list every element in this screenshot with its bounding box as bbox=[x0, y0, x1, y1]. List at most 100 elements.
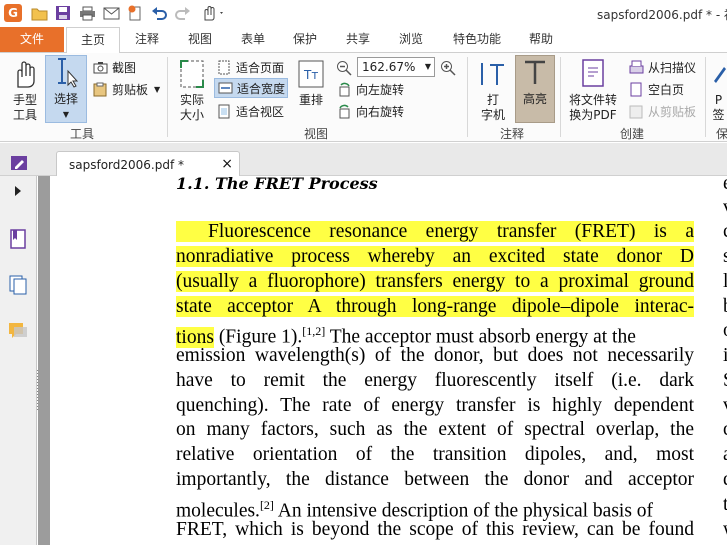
blank-page-label: 空白页 bbox=[648, 82, 685, 97]
convert-pdf-label-2: 换为PDF bbox=[569, 108, 617, 122]
actual-size-button[interactable]: 实际 大小 bbox=[172, 57, 212, 123]
typewriter-label-2: 字机 bbox=[480, 108, 505, 122]
rotate-right-button[interactable]: 向右旋转 bbox=[336, 101, 404, 121]
citation: [2] bbox=[259, 498, 274, 512]
right-column-text: ex bbox=[723, 176, 727, 196]
rotate-left-button[interactable]: 向左旋转 bbox=[336, 79, 404, 99]
document-tab-label: sapsford2006.pdf * bbox=[69, 158, 185, 172]
pages-thumbnail-icon[interactable] bbox=[7, 274, 29, 296]
pen-sign-icon bbox=[710, 57, 727, 91]
hand-tool-dropdown-icon[interactable] bbox=[198, 4, 228, 22]
rotate-right-label: 向右旋转 bbox=[356, 104, 405, 119]
text-line: Fluorescence resonance energy transfer (… bbox=[176, 220, 694, 244]
reflow-label: 重排 bbox=[298, 93, 323, 107]
fit-page-icon bbox=[216, 59, 232, 75]
typewriter-button[interactable]: 打 字机 bbox=[474, 57, 512, 123]
print-icon[interactable] bbox=[78, 4, 96, 22]
tab-help[interactable]: 帮助 bbox=[518, 27, 564, 52]
convert-to-pdf-button[interactable]: 将文件转 换为PDF bbox=[564, 57, 622, 123]
text-line: nonradiative process whereby an excited … bbox=[176, 245, 694, 269]
text-line: on many factors, such as the extent of s… bbox=[176, 419, 694, 440]
clipboard-icon bbox=[92, 81, 108, 97]
hand-tool-button[interactable]: 手型 工具 bbox=[6, 57, 44, 123]
rotate-left-label: 向左旋转 bbox=[356, 82, 405, 97]
rotate-right-icon bbox=[336, 103, 352, 119]
text-line: FRET, which is beyond the scope of this … bbox=[176, 519, 694, 540]
text-line: relative orientation of the transition d… bbox=[176, 444, 694, 465]
zoom-dropdown-icon[interactable]: ▼ bbox=[425, 58, 431, 76]
bookmark-icon[interactable] bbox=[7, 228, 29, 250]
new-doc-icon[interactable] bbox=[126, 4, 144, 22]
undo-icon[interactable] bbox=[150, 4, 168, 22]
document-viewport[interactable]: 1.1. The FRET Process Fluorescence reson… bbox=[38, 176, 727, 545]
typewriter-icon bbox=[478, 57, 508, 91]
section-heading: 1.1. The FRET Process bbox=[176, 176, 378, 193]
actual-size-label-1: 实际 bbox=[179, 93, 204, 107]
app-logo-icon[interactable]: G bbox=[4, 4, 22, 22]
zoom-combobox[interactable]: 162.67% ▼ bbox=[357, 57, 435, 77]
pdf-sign-button[interactable]: P 签 bbox=[710, 57, 727, 123]
clipboard-button[interactable]: 剪贴板 ▼ bbox=[92, 79, 160, 99]
highlighted-text: (usually a fluorophore) transfers energy… bbox=[176, 271, 694, 292]
tab-browse[interactable]: 浏览 bbox=[386, 27, 436, 52]
right-column-text: va bbox=[723, 394, 727, 418]
highlighted-text: state acceptor A through long-range dipo… bbox=[176, 296, 694, 317]
open-folder-icon[interactable] bbox=[30, 4, 48, 22]
fit-width-icon bbox=[217, 80, 233, 96]
zoom-out-icon[interactable] bbox=[336, 58, 352, 78]
tab-protect[interactable]: 保护 bbox=[280, 27, 330, 52]
group-view-label: 视图 bbox=[304, 127, 329, 141]
redo-icon[interactable] bbox=[174, 4, 192, 22]
tab-view[interactable]: 视图 bbox=[175, 27, 225, 52]
right-column-text: wi bbox=[723, 518, 727, 542]
select-tool-button[interactable]: 选择 ▼ bbox=[45, 55, 87, 123]
reflow-button[interactable]: Tт 重排 bbox=[294, 57, 328, 108]
select-tool-label: 选择 bbox=[53, 92, 78, 106]
blank-page-button[interactable]: 空白页 bbox=[628, 79, 684, 99]
fit-width-button[interactable]: 适合宽度 bbox=[214, 78, 289, 98]
right-column-text: or bbox=[723, 319, 727, 343]
edit-mode-icon[interactable] bbox=[10, 155, 28, 174]
tab-comment[interactable]: 注释 bbox=[122, 27, 172, 52]
email-icon[interactable] bbox=[102, 4, 120, 22]
tab-home[interactable]: 主页 bbox=[66, 27, 120, 53]
fit-page-button[interactable]: 适合页面 bbox=[216, 57, 284, 77]
screenshot-label: 截图 bbox=[112, 60, 137, 75]
fit-visible-button[interactable]: 适合视区 bbox=[216, 101, 284, 121]
hand-tool-label-1: 手型 bbox=[12, 93, 37, 107]
right-column-text: ca bbox=[723, 220, 727, 244]
right-column-text: th bbox=[723, 494, 727, 515]
group-separator bbox=[705, 57, 706, 137]
text-select-cursor-icon bbox=[51, 56, 81, 90]
pdf-sign-label-2: 签 bbox=[712, 108, 725, 122]
tab-form[interactable]: 表单 bbox=[228, 27, 278, 52]
screenshot-button[interactable]: 截图 bbox=[92, 57, 136, 77]
fit-width-label: 适合宽度 bbox=[237, 81, 286, 96]
tab-file[interactable]: 文件 bbox=[0, 27, 64, 52]
group-protect-label: 保 bbox=[716, 127, 727, 141]
highlight-label: 高亮 bbox=[522, 92, 547, 106]
expand-panel-icon[interactable] bbox=[7, 180, 29, 202]
tab-share[interactable]: 共享 bbox=[333, 27, 383, 52]
tab-features[interactable]: 特色功能 bbox=[446, 27, 508, 52]
zoom-in-icon[interactable] bbox=[440, 58, 456, 78]
pdf-sign-label-1: P bbox=[714, 93, 723, 107]
close-tab-icon[interactable]: × bbox=[221, 156, 233, 172]
save-icon[interactable] bbox=[54, 4, 72, 22]
svg-text:Tт: Tт bbox=[303, 68, 318, 82]
text-line: emission wavelength(s) of the donor, but… bbox=[176, 345, 694, 366]
hand-icon bbox=[10, 57, 40, 91]
reflow-icon: Tт bbox=[296, 57, 326, 91]
from-clipboard-label: 从剪贴板 bbox=[648, 104, 697, 119]
right-column-text: qu bbox=[723, 418, 727, 442]
from-clipboard-icon bbox=[628, 103, 644, 119]
from-scanner-button[interactable]: 从扫描仪 bbox=[628, 57, 696, 77]
group-comment-label: 注释 bbox=[500, 127, 525, 141]
from-clipboard-button[interactable]: 从剪贴板 bbox=[628, 101, 696, 121]
select-dropdown-icon: ▼ bbox=[62, 110, 70, 119]
highlight-button[interactable]: 高亮 bbox=[515, 55, 555, 123]
document-tab[interactable]: sapsford2006.pdf * × bbox=[56, 151, 240, 177]
rotate-left-icon bbox=[336, 81, 352, 97]
actual-size-label-2: 大小 bbox=[179, 108, 204, 122]
comments-panel-icon[interactable] bbox=[7, 320, 29, 342]
